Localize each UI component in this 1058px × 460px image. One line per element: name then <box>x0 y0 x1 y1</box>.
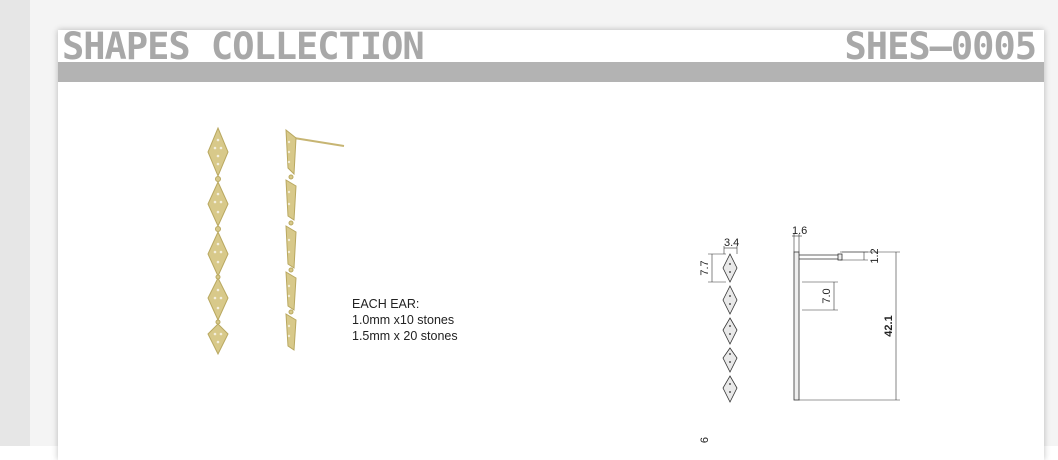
product-code: SHES–0005 <box>844 25 1037 68</box>
notes-line-2: 1.5mm x 20 stones <box>352 329 458 343</box>
dim-total-length: 42.1 <box>883 315 895 336</box>
earring-front-render <box>207 126 229 356</box>
spec-sheet-page: SHAPES COLLECTION SHES–0005 EACH EAR: 1.… <box>58 25 1044 460</box>
dim-partial: 6 <box>699 437 711 443</box>
dim-post-offset: 1.2 <box>869 248 881 263</box>
earring-side-render <box>285 128 345 351</box>
notes-line-1: 1.0mm x10 stones <box>352 313 455 327</box>
technical-drawing-front: 3.4 7.7 6 <box>699 237 739 443</box>
collection-title: SHAPES COLLECTION <box>62 25 425 68</box>
dim-post-width: 1.6 <box>792 225 807 237</box>
viewer-left-rail <box>0 0 30 446</box>
technical-drawing-side: 1.6 1.2 7.0 42.1 <box>792 225 900 401</box>
dim-height-segment: 7.7 <box>699 260 711 275</box>
dim-segment-length: 7.0 <box>821 288 833 303</box>
dim-width-top: 3.4 <box>724 237 739 249</box>
stone-notes: EACH EAR: 1.0mm x10 stones 1.5mm x 20 st… <box>352 296 458 344</box>
notes-heading: EACH EAR: <box>352 297 420 311</box>
